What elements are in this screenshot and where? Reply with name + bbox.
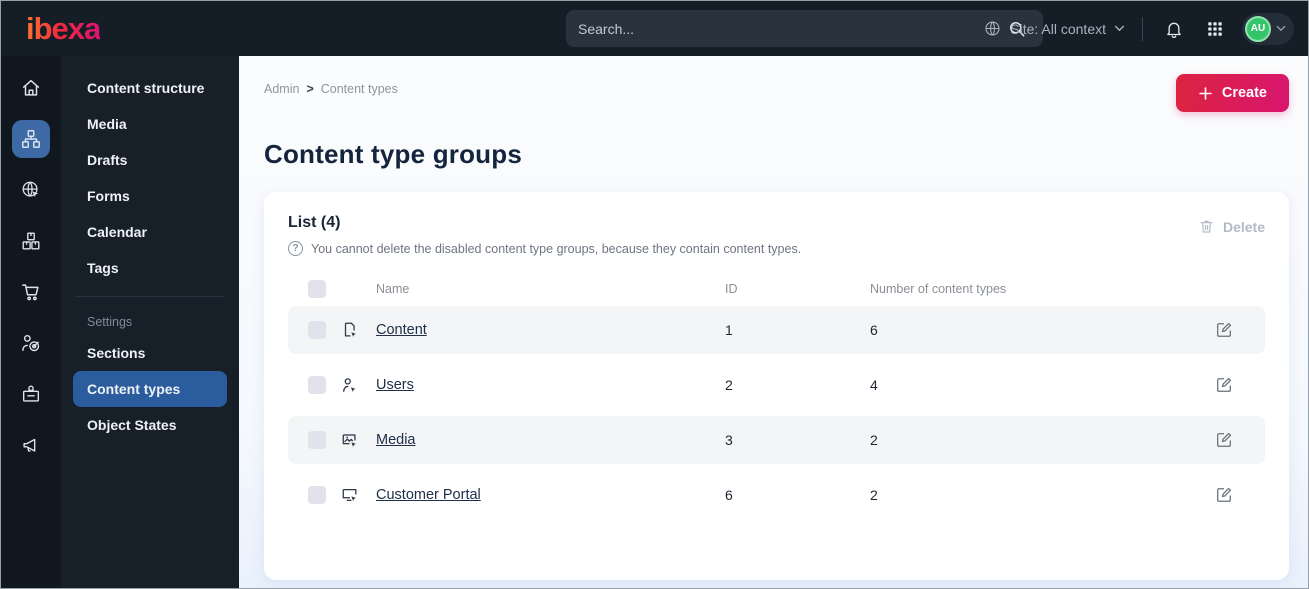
bell-icon[interactable] bbox=[1160, 15, 1188, 43]
app-window: ibexa Site: All context bbox=[0, 0, 1309, 589]
row-checkbox[interactable] bbox=[308, 431, 326, 449]
breadcrumb: Admin > Content types bbox=[264, 82, 398, 96]
table-row: Content 1 6 bbox=[288, 306, 1265, 354]
delete-button[interactable]: Delete bbox=[1198, 218, 1265, 235]
breadcrumb-admin[interactable]: Admin bbox=[264, 82, 299, 96]
chevron-down-icon bbox=[1114, 25, 1125, 32]
site-context-dropdown[interactable]: Site: All context bbox=[983, 19, 1125, 38]
list-note: ? You cannot delete the disabled content… bbox=[288, 241, 801, 256]
sidebar-item-calendar[interactable]: Calendar bbox=[73, 214, 227, 250]
sidebar-item-forms[interactable]: Forms bbox=[73, 178, 227, 214]
search-input[interactable] bbox=[578, 20, 1003, 37]
group-link[interactable]: Users bbox=[376, 377, 710, 393]
group-link[interactable]: Media bbox=[376, 432, 710, 448]
edit-icon[interactable] bbox=[1215, 486, 1245, 504]
monitor-icon bbox=[341, 486, 361, 504]
page-title: Content type groups bbox=[264, 139, 523, 169]
list-title: List (4) bbox=[288, 214, 341, 231]
group-count: 6 bbox=[870, 322, 878, 338]
group-count: 2 bbox=[870, 432, 878, 448]
help-icon: ? bbox=[288, 241, 303, 256]
sidebar-item-media[interactable]: Media bbox=[73, 106, 227, 142]
menu-divider bbox=[75, 296, 225, 297]
row-checkbox[interactable] bbox=[308, 321, 326, 339]
group-link[interactable]: Customer Portal bbox=[376, 487, 710, 503]
sidebar-item-content-structure[interactable]: Content structure bbox=[73, 70, 227, 106]
home-icon[interactable] bbox=[12, 69, 50, 107]
edit-icon[interactable] bbox=[1215, 376, 1245, 394]
plus-icon bbox=[1198, 86, 1213, 101]
breadcrumb-separator: > bbox=[306, 82, 314, 96]
top-bar: ibexa Site: All context bbox=[1, 1, 1308, 56]
topbar-divider bbox=[1142, 16, 1143, 41]
sidebar-item-drafts[interactable]: Drafts bbox=[73, 142, 227, 178]
site-globe-icon[interactable] bbox=[12, 171, 50, 209]
edit-icon[interactable] bbox=[1215, 431, 1245, 449]
image-icon bbox=[341, 431, 361, 449]
select-all-checkbox[interactable] bbox=[308, 280, 326, 298]
sidebar-item-object-states[interactable]: Object States bbox=[73, 407, 227, 443]
table-row: Customer Portal 6 2 bbox=[288, 471, 1265, 519]
create-button-label: Create bbox=[1221, 85, 1267, 101]
table-row: Media 3 2 bbox=[288, 416, 1265, 464]
content-type-groups-card: List (4) ? You cannot delete the disable… bbox=[264, 192, 1289, 580]
group-id: 2 bbox=[725, 377, 733, 393]
file-icon bbox=[341, 321, 361, 339]
group-count: 2 bbox=[870, 487, 878, 503]
group-count: 4 bbox=[870, 377, 878, 393]
ibexa-logo[interactable]: ibexa bbox=[26, 13, 101, 44]
column-header-count: Number of content types bbox=[870, 282, 1007, 296]
main-content: Admin > Content types Create Content typ… bbox=[239, 56, 1308, 588]
chevron-down-icon bbox=[1276, 25, 1286, 32]
breadcrumb-current: Content types bbox=[320, 82, 398, 96]
site-context-label: Site: All context bbox=[1010, 20, 1106, 37]
list-note-text: You cannot delete the disabled content t… bbox=[311, 241, 802, 256]
group-link[interactable]: Content bbox=[376, 322, 710, 338]
content-type-groups-table: Name ID Number of content types Content … bbox=[288, 272, 1265, 519]
global-search[interactable] bbox=[566, 10, 1043, 47]
cart-icon[interactable] bbox=[12, 273, 50, 311]
table-row: Users 2 4 bbox=[288, 361, 1265, 409]
edit-icon[interactable] bbox=[1215, 321, 1245, 339]
user-icon bbox=[341, 376, 361, 394]
column-header-id: ID bbox=[725, 282, 738, 296]
audience-target-icon[interactable] bbox=[12, 324, 50, 362]
delete-button-label: Delete bbox=[1222, 218, 1265, 235]
user-menu[interactable]: AU bbox=[1242, 12, 1294, 45]
globe-icon bbox=[983, 19, 1002, 38]
sidebar-menu: Content structure Media Drafts Forms Cal… bbox=[61, 56, 239, 588]
id-badge-icon[interactable] bbox=[12, 375, 50, 413]
column-header-name: Name bbox=[376, 282, 410, 296]
row-checkbox[interactable] bbox=[308, 376, 326, 394]
icon-rail bbox=[1, 56, 61, 588]
topbar-right-cluster: Site: All context AU bbox=[983, 1, 1294, 56]
app-grid-icon[interactable] bbox=[1201, 15, 1229, 43]
group-id: 6 bbox=[725, 487, 733, 503]
megaphone-icon[interactable] bbox=[12, 426, 50, 464]
packages-icon[interactable] bbox=[12, 222, 50, 260]
content-structure-icon[interactable] bbox=[12, 120, 50, 158]
settings-section-label: Settings bbox=[87, 315, 133, 329]
trash-icon bbox=[1198, 218, 1215, 235]
group-id: 3 bbox=[725, 432, 733, 448]
sidebar-item-content-types[interactable]: Content types bbox=[73, 371, 227, 407]
sidebar-item-tags[interactable]: Tags bbox=[73, 250, 227, 286]
create-button[interactable]: Create bbox=[1175, 74, 1289, 112]
group-id: 1 bbox=[725, 322, 733, 338]
row-checkbox[interactable] bbox=[308, 486, 326, 504]
sidebar-item-sections[interactable]: Sections bbox=[73, 335, 227, 371]
table-header-row: Name ID Number of content types bbox=[288, 272, 1265, 306]
avatar: AU bbox=[1245, 15, 1271, 42]
